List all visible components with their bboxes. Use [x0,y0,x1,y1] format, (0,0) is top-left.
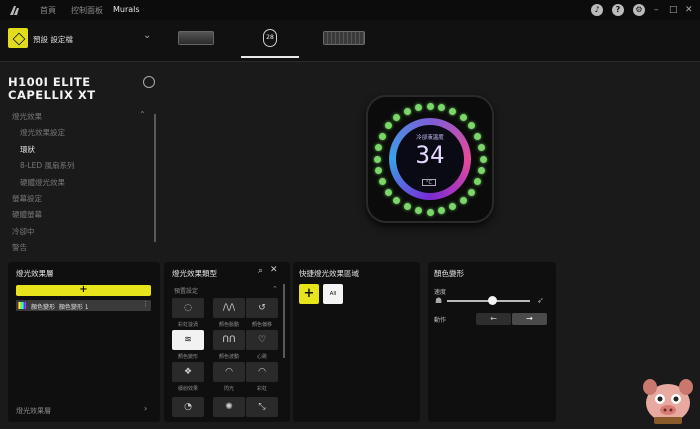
sidebar-item[interactable]: 螢幕設定 [12,193,42,204]
fan-led [474,132,482,140]
close-icon[interactable]: ✕ [270,265,278,275]
direction-left-button[interactable]: ← [476,313,511,325]
sidebar-item[interactable]: 環狀 [20,144,35,155]
fan-led [459,196,467,204]
chevron-up-icon[interactable]: ⌃ [139,110,146,119]
fan-led [385,188,393,196]
color-shift-panel [428,262,556,422]
corsair-logo-icon[interactable] [8,3,22,17]
lighting-layers-title: 燈光效果層 [16,269,54,278]
sidebar-item[interactable]: 8-LED 風扇系列 [20,160,75,171]
nav-murals[interactable]: Murals [113,5,140,14]
effect-button[interactable]: ◔ [172,397,204,417]
sidebar-item[interactable]: 冷卻中 [12,226,35,237]
bell-icon[interactable]: ♪ [591,4,603,16]
quick-effects-title: 快捷燈光效果區域 [299,269,359,278]
effects-scrollbar[interactable] [283,284,285,358]
pig-mascot-watermark [643,379,693,424]
app-window: 首頁 控制面板 Murals ♪ ? ⚙ – □ ✕ 預設 設定檔 ⌄ 28 H… [0,0,700,429]
coolant-label: 冷卻液溫度 [416,135,444,141]
nav-dashboard[interactable]: 控制面板 [71,5,103,16]
coolant-temperature: 34 [415,141,445,169]
device-pump-cooler[interactable]: 28 [263,29,277,47]
preset-section-label: 預置設定 [174,288,199,295]
minimize-button[interactable]: – [654,3,659,17]
fan-led [403,203,411,211]
effect-button[interactable]: ◌ [172,298,204,318]
fan-led [426,208,434,216]
sidebar-item[interactable]: 燈光效果設定 [20,127,65,138]
close-button[interactable]: ✕ [685,3,693,17]
direction-right-button[interactable]: → [512,313,547,325]
fan-led [414,207,422,215]
effect-button[interactable]: ⤡ [246,397,278,417]
fan-led [403,107,411,115]
effect-button[interactable]: ↺ [246,298,278,318]
chevron-down-icon[interactable]: ⌄ [143,30,151,41]
fan-led [478,143,486,151]
fan-led [414,103,422,111]
search-icon[interactable]: ⌕ [258,266,263,276]
nav-home[interactable]: 首頁 [40,5,56,16]
effect-button[interactable]: ♡ [246,330,278,350]
temperature-unit: °C [422,179,436,186]
sidebar-item[interactable]: 燈光效果 [12,111,42,122]
effect-button[interactable]: ≋ [172,330,204,350]
device-dashboard-strip[interactable] [178,31,214,45]
effect-button[interactable]: ❖ [172,362,204,382]
effect-label: 繽紛效果 [177,386,198,392]
layer-label: 顏色變形 顏色變形 1 [31,302,89,311]
settings-icon[interactable]: ⚙ [633,4,645,16]
effect-label: 彩虹 [256,386,267,392]
device-active-indicator [241,56,299,58]
profile-name[interactable]: 預設 設定檔 [33,34,73,45]
fan-led [479,155,487,163]
sidebar-scrollbar[interactable] [154,114,156,242]
profile-icon[interactable] [8,28,28,48]
rainbow-swatch-icon [18,302,26,309]
effect-label: 顏色偏移 [251,322,272,328]
fan-led [459,114,467,122]
rabbit-icon: ➶ [537,296,544,305]
zone-all-button[interactable]: All [323,284,343,304]
effect-button[interactable]: ◠ [246,362,278,382]
effect-button[interactable]: ✺ [213,397,245,417]
chevron-right-icon[interactable]: › [144,404,147,413]
sidebar-item[interactable]: 硬體燈光效果 [20,177,65,188]
layers-footer-label[interactable]: 燈光效果層 [16,406,51,416]
chevron-up-icon[interactable]: ⌃ [272,285,278,293]
direction-label: 動作 [434,317,447,324]
fan-led [467,188,475,196]
add-layer-button[interactable]: + [16,285,151,296]
effect-button[interactable]: ᑎᑎ [213,330,245,350]
fan-led [378,132,386,140]
color-shift-title: 顏色變形 [434,269,464,278]
effect-button[interactable]: /\/\ [213,298,245,318]
speed-label: 速度 [434,289,447,296]
sidebar-item[interactable]: 硬體螢幕 [12,209,42,220]
sidebar-item[interactable]: 警告 [12,242,27,253]
effect-label: 心跳 [256,354,267,360]
help-icon[interactable]: ? [612,4,624,16]
layer-detail: 顏色變形 1 [58,304,89,311]
fan-led [373,155,381,163]
quick-add-button[interactable]: + [299,284,319,304]
effect-types-title: 燈光效果類型 [172,269,217,278]
status-circle-icon[interactable] [143,76,155,88]
effect-label: 顏色變形 [177,354,198,360]
turtle-icon: ☗ [435,296,443,305]
fan-led [374,143,382,151]
layer-name: 顏色變形 [31,304,56,311]
effect-button[interactable]: ◠ [213,362,245,382]
maximize-button[interactable]: □ [669,3,678,17]
fan-led [426,102,434,110]
device-title: H100I ELITE CAPELLIX XT [8,75,96,102]
more-vertical-icon[interactable]: ⋮ [142,300,149,308]
device-keyboard[interactable] [323,31,365,45]
effect-label: 彩虹漩渦 [177,322,198,328]
